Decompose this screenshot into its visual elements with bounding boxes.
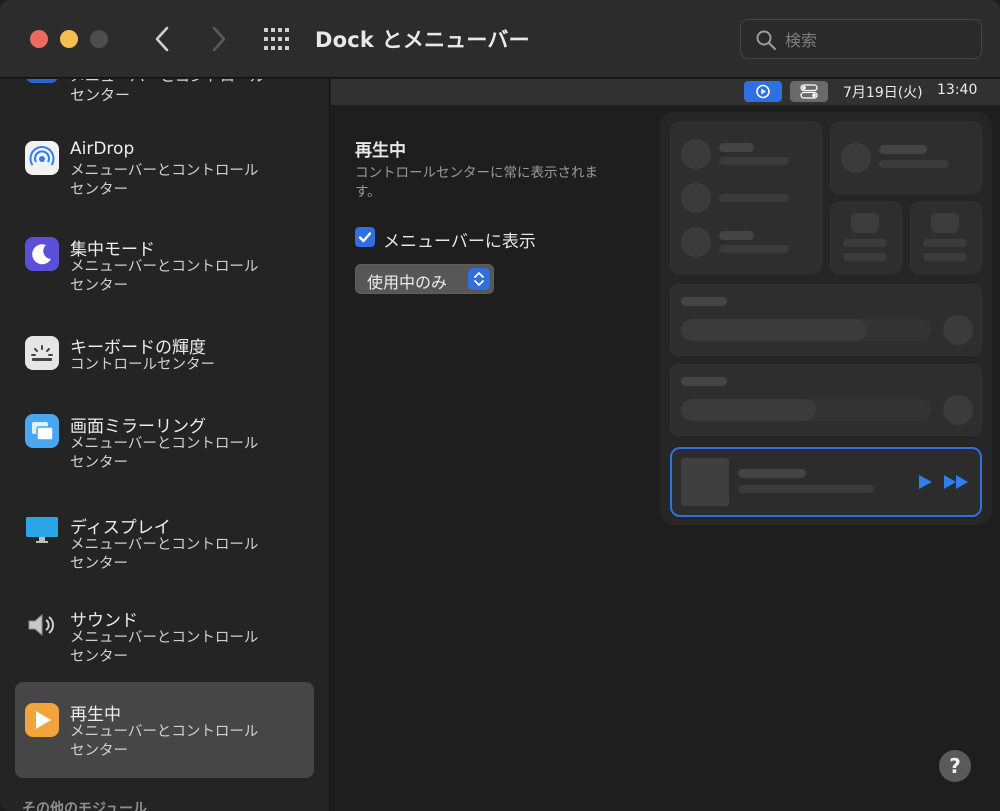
sidebar-item-cut-label: メニューバーとコントロールセンター — [70, 79, 265, 104]
control-center-preview — [660, 112, 992, 525]
sidebar-item-display[interactable]: ディスプレイ メニューバーとコントロール センター — [15, 499, 314, 595]
menubar-date: 7月19日(火) — [843, 85, 923, 101]
sidebar-item-title: キーボードの輝度 — [70, 338, 206, 358]
module-title: 再生中 — [355, 141, 406, 161]
now-playing-icon — [25, 703, 59, 737]
back-button[interactable] — [148, 22, 178, 56]
preview-tile-card — [830, 202, 902, 274]
select-arrows-icon — [468, 268, 490, 290]
checkmark-icon — [358, 232, 372, 243]
show-all-button[interactable] — [262, 26, 292, 52]
sidebar-item-subtitle: メニューバーとコントロール センター — [70, 724, 259, 759]
preview-now-playing-card — [670, 447, 982, 517]
sidebar-item-title: AirDrop — [70, 139, 135, 159]
fast-forward-icon — [944, 475, 968, 489]
sidebar-item-airdrop[interactable]: AirDrop メニューバーとコントロール センター — [15, 125, 314, 221]
window-title: Dock とメニューバー — [315, 28, 530, 52]
show-in-menubar-label[interactable]: メニューバーに表示 — [383, 227, 536, 252]
airdrop-icon — [25, 141, 59, 175]
visibility-select-value: 使用中のみ — [367, 273, 448, 292]
sidebar-item-focus[interactable]: 集中モード メニューバーとコントロール センター — [15, 221, 314, 317]
sidebar-item-title: 再生中 — [70, 705, 121, 725]
sidebar-item-subtitle: コントロールセンター — [70, 357, 215, 373]
preview-focus-card — [830, 122, 982, 194]
preview-connectivity-card — [670, 122, 822, 274]
system-preferences-window: Dock とメニューバー メニューバーとコントロールセンター AirDrop メ… — [0, 0, 1000, 811]
sidebar-item-keyboard-brightness[interactable]: キーボードの輝度 コントロールセンター — [15, 317, 314, 413]
sidebar-item-title: サウンド — [70, 611, 138, 631]
sidebar-item-subtitle: メニューバーとコントロール センター — [70, 163, 259, 198]
focus-moon-icon — [25, 237, 59, 271]
close-window-button[interactable] — [30, 30, 48, 48]
chevron-right-icon — [212, 26, 226, 52]
content-pane: 7月19日(火) 13:40 再生中 コントロールセンターに常に表示されます。 … — [331, 79, 1000, 811]
play-icon — [919, 475, 932, 489]
menubar-control-center-icon — [790, 81, 828, 102]
album-art-placeholder — [681, 458, 729, 506]
search-icon — [756, 30, 777, 51]
search-input[interactable] — [785, 28, 965, 52]
sidebar-item-subtitle: メニューバーとコントロール センター — [70, 259, 259, 294]
help-button[interactable]: ? — [939, 750, 971, 782]
menubar-preview: 7月19日(火) 13:40 — [331, 79, 1000, 105]
show-in-menubar-checkbox[interactable] — [355, 227, 375, 247]
screen-mirroring-icon — [25, 414, 59, 448]
search-field[interactable] — [740, 19, 982, 59]
control-center-icon — [26, 79, 58, 83]
visibility-select[interactable]: 使用中のみ — [355, 264, 494, 294]
preview-display-slider-card — [670, 284, 982, 356]
sidebar-item-sound[interactable]: サウンド メニューバーとコントロール センター — [15, 596, 314, 692]
sidebar-item-title: ディスプレイ — [70, 518, 171, 538]
display-icon — [25, 513, 59, 547]
sidebar-item-subtitle: メニューバーとコントロール センター — [70, 436, 259, 471]
forward-button[interactable] — [203, 22, 233, 56]
module-description: コントロールセンターに常に表示されます。 — [355, 165, 598, 200]
minimize-window-button[interactable] — [60, 30, 78, 48]
preview-tile-card — [910, 202, 982, 274]
grid-icon — [264, 28, 289, 50]
sidebar-section-header: その他のモジュール — [22, 801, 148, 811]
sidebar: メニューバーとコントロールセンター AirDrop メニューバーとコントロールセ… — [0, 79, 330, 811]
zoom-window-button[interactable] — [90, 30, 108, 48]
sidebar-item-subtitle: メニューバーとコントロール センター — [70, 537, 259, 572]
keyboard-brightness-icon — [25, 336, 59, 370]
sidebar-item-now-playing[interactable]: 再生中 メニューバーとコントロール センター — [15, 682, 314, 778]
preview-sound-slider-card — [670, 364, 982, 436]
menubar-now-playing-icon — [744, 81, 782, 102]
speaker-icon — [25, 608, 59, 642]
sidebar-item-screen-mirroring[interactable]: 画面ミラーリング メニューバーとコントロール センター — [15, 402, 314, 498]
menubar-time: 13:40 — [937, 82, 978, 98]
sidebar-item-subtitle: メニューバーとコントロール センター — [70, 630, 259, 665]
sidebar-item-title: 画面ミラーリング — [70, 417, 206, 437]
chevron-left-icon — [155, 26, 169, 52]
title-bar: Dock とメニューバー — [0, 0, 1000, 78]
sidebar-item-title: 集中モード — [70, 240, 155, 260]
